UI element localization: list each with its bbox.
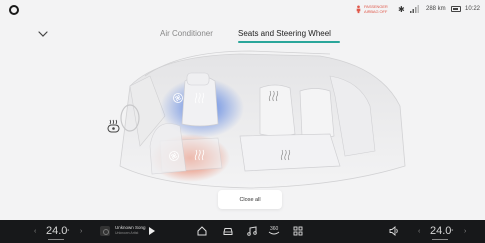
right-temp-underline bbox=[432, 239, 448, 240]
clock: 10:22 bbox=[465, 6, 481, 12]
music-icon[interactable] bbox=[246, 225, 258, 237]
range-text: 288 km bbox=[426, 6, 446, 12]
volume-icon[interactable] bbox=[388, 225, 400, 237]
airbag-icon bbox=[356, 5, 361, 14]
album-art-icon bbox=[100, 226, 110, 236]
steering-wheel-heat-icon[interactable] bbox=[106, 118, 122, 134]
rotate-arc-icon bbox=[268, 231, 280, 235]
passenger-airbag-indicator: PASSENGER AIRBAG OFF bbox=[354, 3, 388, 17]
home-icon[interactable] bbox=[196, 225, 208, 237]
apps-grid-icon[interactable] bbox=[292, 225, 304, 237]
airbag-line2: AIRBAG OFF bbox=[364, 9, 388, 14]
right-temp-increase-button[interactable]: › bbox=[464, 227, 466, 236]
bottom-dock: ‹ 24.0° › Unknown Song Unknown Artist 36… bbox=[0, 220, 485, 243]
car-icon[interactable] bbox=[222, 225, 234, 237]
app-logo-icon[interactable] bbox=[9, 5, 19, 15]
360-camera-icon[interactable]: 360 bbox=[268, 225, 280, 237]
car-interior-illustration bbox=[119, 50, 406, 189]
right-temp-decrease-button[interactable]: ‹ bbox=[418, 227, 420, 236]
bluetooth-icon: ✱ bbox=[398, 5, 405, 14]
tab-seats-and-steering-wheel[interactable]: Seats and Steering Wheel bbox=[238, 28, 331, 40]
chevron-down-icon[interactable] bbox=[36, 28, 50, 40]
left-temp-increase-button[interactable]: › bbox=[80, 227, 82, 236]
media-player[interactable]: Unknown Song Unknown Artist bbox=[100, 223, 160, 240]
status-bar: PASSENGER AIRBAG OFF ✱ 288 km 10:22 bbox=[0, 0, 485, 22]
left-temp-underline bbox=[48, 239, 64, 240]
tab-air-conditioner[interactable]: Air Conditioner bbox=[160, 28, 213, 40]
signal-icon bbox=[410, 5, 419, 13]
close-all-button[interactable]: Close all bbox=[218, 190, 282, 209]
play-icon[interactable] bbox=[149, 227, 155, 235]
left-temp-decrease-button[interactable]: ‹ bbox=[34, 227, 36, 236]
active-tab-indicator bbox=[238, 41, 340, 43]
left-temperature[interactable]: 24.0° bbox=[46, 224, 69, 238]
song-artist: Unknown Artist bbox=[115, 231, 139, 235]
right-temperature[interactable]: 24.0° bbox=[430, 224, 453, 238]
battery-icon bbox=[451, 6, 461, 12]
